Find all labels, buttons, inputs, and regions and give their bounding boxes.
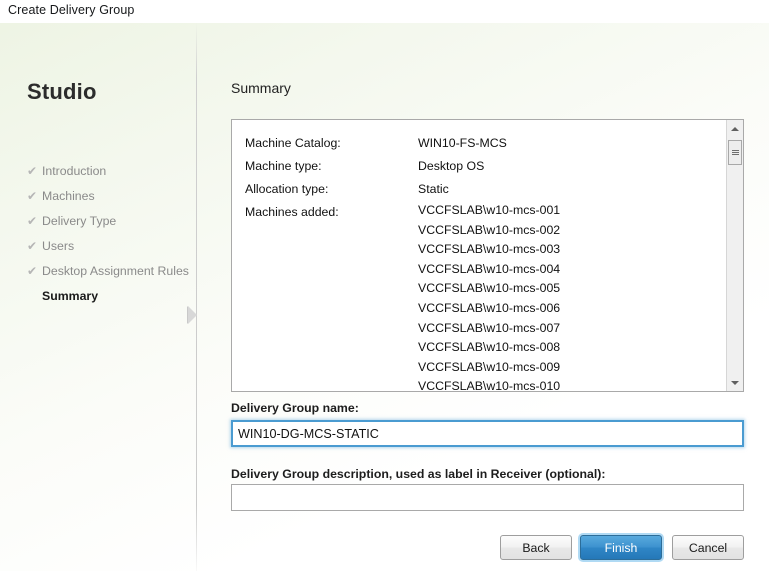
- summary-scrollbar[interactable]: [726, 120, 743, 391]
- step-check-icon: ✔: [27, 164, 38, 178]
- scrollbar-thumb[interactable]: [728, 140, 742, 165]
- wizard-step-machines[interactable]: ✔ Machines: [27, 184, 197, 209]
- machine-list-item: VCCFSLAB\w10-mcs-004: [418, 261, 561, 276]
- step-check-icon: ✔: [27, 264, 38, 278]
- current-step-pointer-icon: [188, 306, 197, 324]
- step-label: Machines: [42, 189, 95, 203]
- wizard-step-summary[interactable]: Summary: [27, 284, 197, 309]
- step-check-icon: ✔: [27, 239, 38, 253]
- summary-row-value: WIN10-FS-MCS: [418, 136, 507, 150]
- step-label: Introduction: [42, 164, 107, 178]
- finish-button[interactable]: Finish: [580, 535, 662, 560]
- wizard-steps-list: ✔ Introduction ✔ Machines ✔ Delivery Type ✔ Use…: [27, 159, 197, 309]
- summary-row: Machine Catalog: WIN10-FS-MCS: [245, 132, 725, 155]
- wizard-step-users[interactable]: ✔ Users: [27, 234, 197, 259]
- step-check-icon: ✔: [27, 214, 38, 228]
- delivery-group-description-input[interactable]: [231, 484, 744, 511]
- wizard-nav-pane: Studio ✔ Introduction ✔ Machines ✔ Delivery T…: [0, 23, 197, 571]
- delivery-group-name-input[interactable]: [231, 420, 744, 447]
- machine-list-item: VCCFSLAB\w10-mcs-006: [418, 300, 561, 315]
- summary-row-label: Machine type:: [245, 159, 322, 173]
- step-label: Summary: [42, 289, 99, 303]
- summary-row-value: Desktop OS: [418, 159, 485, 173]
- caret-up-icon: [731, 126, 739, 131]
- delivery-group-description-label: Delivery Group description, used as labe…: [231, 467, 606, 481]
- page-title: Summary: [231, 80, 291, 96]
- summary-row: Machine type: Desktop OS: [245, 155, 725, 178]
- machine-list-item: VCCFSLAB\w10-mcs-005: [418, 281, 561, 296]
- wizard-step-desktop-assignment-rules[interactable]: ✔ Desktop Assignment Rules: [27, 259, 197, 284]
- summary-row-label: Machine Catalog:: [245, 136, 341, 150]
- machine-list-item: VCCFSLAB\w10-mcs-010: [418, 379, 561, 392]
- scroll-up-arrow-icon[interactable]: [727, 120, 743, 137]
- summary-row: Allocation type: Static: [245, 178, 725, 201]
- scroll-down-arrow-icon[interactable]: [727, 374, 743, 391]
- caret-down-icon: [731, 380, 739, 385]
- machine-list-item: VCCFSLAB\w10-mcs-003: [418, 242, 561, 257]
- summary-row-value: Static: [418, 182, 449, 196]
- cancel-button[interactable]: Cancel: [672, 535, 744, 560]
- wizard-step-delivery-type[interactable]: ✔ Delivery Type: [27, 209, 197, 234]
- wizard-step-introduction[interactable]: ✔ Introduction: [27, 159, 197, 184]
- machines-added-label: Machines added:: [245, 205, 339, 219]
- wizard-content-pane: Summary Machine Catalog: WIN10-FS-MCS Mach…: [197, 23, 769, 571]
- step-label: Delivery Type: [42, 214, 117, 228]
- create-delivery-group-window: Create Delivery Group Studio ✔ Introducti…: [0, 0, 769, 571]
- summary-rows: Machine Catalog: WIN10-FS-MCS Machine type…: [232, 120, 725, 392]
- product-title: Studio: [27, 79, 97, 104]
- step-label: Desktop Assignment Rules: [42, 264, 189, 278]
- step-check-icon: ✔: [27, 189, 38, 203]
- back-button[interactable]: Back: [500, 535, 572, 560]
- grip-lines-icon: [731, 150, 739, 155]
- delivery-group-name-label: Delivery Group name:: [231, 401, 359, 415]
- window-title-bar: Create Delivery Group: [0, 0, 769, 23]
- window-title: Create Delivery Group: [8, 3, 135, 17]
- step-label: Users: [42, 239, 75, 253]
- machine-list-item: VCCFSLAB\w10-mcs-008: [418, 340, 561, 355]
- machine-list-item: VCCFSLAB\w10-mcs-007: [418, 320, 561, 335]
- summary-panel: Machine Catalog: WIN10-FS-MCS Machine type…: [231, 119, 744, 392]
- wizard-body: Studio ✔ Introduction ✔ Machines ✔ Delivery T…: [0, 23, 769, 571]
- summary-row-label: Allocation type:: [245, 182, 329, 196]
- machine-list-item: VCCFSLAB\w10-mcs-009: [418, 359, 561, 374]
